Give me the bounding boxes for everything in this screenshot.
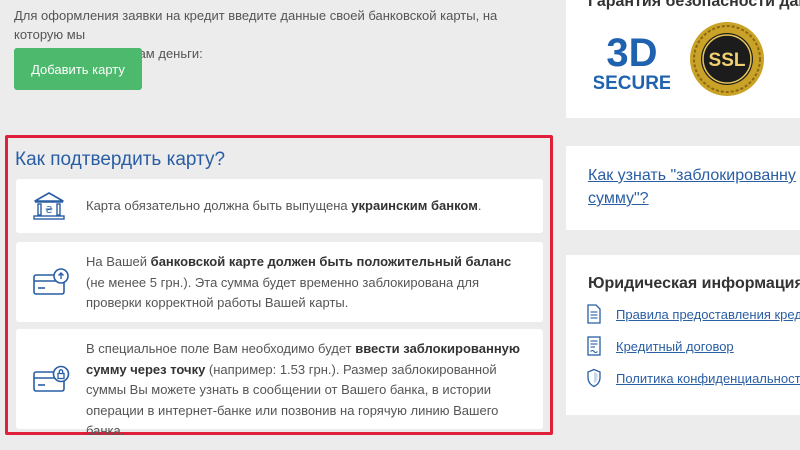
card-lock-icon <box>33 365 70 392</box>
confirm-card-title: Как подтвердить карту? <box>15 149 226 170</box>
ssl-seal-icon: SSL <box>690 22 764 96</box>
legal-link-rules[interactable]: Правила предоставления кредито <box>616 307 800 322</box>
document-icon <box>587 304 601 324</box>
3d-secure-badge: 3D SECURE <box>594 31 670 92</box>
security-guarantee-panel: Гарантия безопасности дан 3D SECURE SSL <box>566 0 800 118</box>
3d-badge-text: 3D <box>606 31 657 75</box>
legal-link-row-rules[interactable]: Правила предоставления кредито <box>586 304 800 324</box>
step-enter-blocked-sum-text: В специальное поле Вам необходимо будет … <box>86 341 521 438</box>
add-card-button[interactable]: Добавить карту <box>14 48 142 90</box>
svg-text:₴: ₴ <box>45 205 53 216</box>
ssl-badge-text: SSL <box>709 50 746 71</box>
legal-link-row-contract[interactable]: Кредитный договор <box>586 336 734 356</box>
step-positive-balance-text: На Вашей банковской карте должен быть по… <box>86 254 512 310</box>
step-positive-balance: На Вашей банковской карте должен быть по… <box>16 242 543 322</box>
security-guarantee-title: Гарантия безопасности дан <box>588 0 800 10</box>
step-enter-blocked-sum: В специальное поле Вам необходимо будет … <box>16 329 543 438</box>
step-ukrainian-bank: ₴ Карта обязательно должна быть выпущена… <box>16 179 543 233</box>
howto-panel: Как узнать "заблокированну сумму"? <box>566 146 800 230</box>
contract-icon <box>587 336 601 356</box>
legal-link-row-privacy[interactable]: Политика конфиденциальности <box>586 368 800 388</box>
shield-icon <box>587 368 601 388</box>
confirm-card-section: Как подтвердить карту? ₴ Карта обязатель… <box>5 135 553 438</box>
step-ukrainian-bank-text: Карта обязательно должна быть выпущена у… <box>86 198 482 213</box>
legal-link-privacy[interactable]: Политика конфиденциальности <box>616 371 800 386</box>
howto-blocked-sum-link[interactable]: Как узнать "заблокированну сумму"? <box>588 164 800 210</box>
legal-info-panel: Юридическая информация Правила предостав… <box>566 255 800 415</box>
legal-link-contract[interactable]: Кредитный договор <box>616 339 734 354</box>
secure-badge-text: SECURE <box>594 73 670 92</box>
card-coin-icon <box>33 268 69 295</box>
intro-line-1: Для оформления заявки на кредит введите … <box>14 8 498 42</box>
bank-hryvnia-icon: ₴ <box>33 192 65 220</box>
legal-info-title: Юридическая информация <box>588 275 800 292</box>
